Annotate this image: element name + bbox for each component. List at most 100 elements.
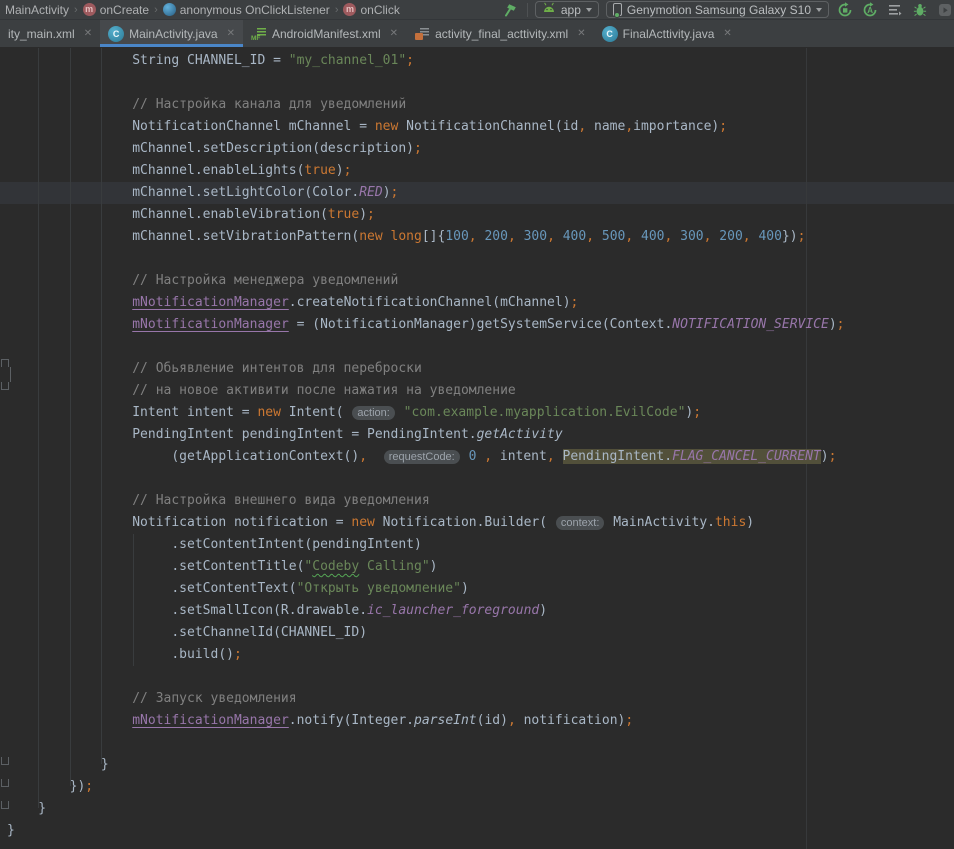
close-tab-icon[interactable]: ✕	[84, 28, 92, 39]
code-token: PendingIntent.	[563, 449, 673, 464]
code-token: 300	[680, 229, 703, 244]
code-token: 400	[563, 229, 586, 244]
code-token: new	[257, 405, 280, 420]
code-line[interactable]: (getApplicationContext(), requestCode: 0…	[7, 446, 954, 468]
code-token: // Обьявление интентов для переброски	[7, 361, 422, 376]
code-line[interactable]: Intent intent = new Intent( action: "com…	[7, 402, 954, 424]
code-line[interactable]: // Настройка менеджера уведомлений	[7, 270, 954, 292]
breadcrumb-separator: ›	[154, 4, 158, 16]
code-line[interactable]: Notification notification = new Notifica…	[7, 512, 954, 534]
code-token	[7, 295, 132, 310]
code-line[interactable]	[7, 732, 954, 754]
code-token: importance)	[633, 119, 719, 134]
code-token: )	[539, 603, 547, 618]
code-line[interactable]: .setSmallIcon(R.drawable.ic_launcher_for…	[7, 600, 954, 622]
tab-label: AndroidManifest.xml	[272, 27, 381, 41]
code-editor[interactable]: String CHANNEL_ID = "my_channel_01"; // …	[0, 48, 954, 849]
code-token	[555, 229, 563, 244]
code-token: })	[782, 229, 798, 244]
code-token: mChannel.enableLights(	[7, 163, 304, 178]
code-token: Codeby	[312, 559, 359, 574]
code-line[interactable]: // Запуск уведомления	[7, 688, 954, 710]
code-line[interactable]: // Обьявление интентов для переброски	[7, 358, 954, 380]
code-line[interactable]: mChannel.setLightColor(Color.RED);	[7, 182, 954, 204]
code-token: (getApplicationContext()	[7, 449, 359, 464]
code-token: )	[336, 163, 344, 178]
code-token: long	[391, 229, 422, 244]
code-token: .notify(Integer.	[289, 713, 414, 728]
code-token: []{	[422, 229, 445, 244]
close-tab-icon[interactable]: ✕	[577, 28, 585, 39]
code-line[interactable]: }	[7, 820, 954, 842]
code-token: ,	[586, 229, 594, 244]
code-token: 100	[445, 229, 468, 244]
code-token: .setContentIntent(pendingIntent)	[7, 537, 422, 552]
code-token: .setChannelId(CHANNEL_ID)	[7, 625, 367, 640]
code-token: MainActivity.	[605, 515, 715, 530]
code-line[interactable]	[7, 248, 954, 270]
code-line[interactable]: mChannel.setVibrationPattern(new long[]{…	[7, 226, 954, 248]
code-line[interactable]: String CHANNEL_ID = "my_channel_01";	[7, 50, 954, 72]
code-token	[461, 449, 469, 464]
code-token: mNotificationManager	[132, 295, 289, 310]
tab-AndroidManifest.xml[interactable]: MFAndroidManifest.xml✕	[243, 20, 406, 47]
debug-icon[interactable]	[911, 1, 929, 19]
code-line[interactable]: // на новое активити после нажатия на ув…	[7, 380, 954, 402]
code-line[interactable]: mNotificationManager.notify(Integer.pars…	[7, 710, 954, 732]
code-token: true	[304, 163, 335, 178]
breadcrumb-item[interactable]: MainActivity	[2, 3, 72, 17]
tab-FinalActtivity.java[interactable]: CFinalActtivity.java✕	[594, 20, 740, 47]
code-token: mNotificationManager	[132, 713, 289, 728]
code-line[interactable]: mNotificationManager = (NotificationMana…	[7, 314, 954, 336]
code-line[interactable]: }	[7, 754, 954, 776]
code-line[interactable]: }	[7, 798, 954, 820]
code-line[interactable]: .setContentIntent(pendingIntent)	[7, 534, 954, 556]
device-selector[interactable]: Genymotion Samsung Galaxy S10	[606, 1, 829, 18]
close-tab-icon[interactable]: ✕	[723, 28, 731, 39]
tab-ity_main.xml[interactable]: ity_main.xml✕	[0, 20, 100, 47]
run-toolbar: app Genymotion Samsung Galaxy S10	[502, 1, 954, 19]
code-token: ;	[719, 119, 727, 134]
code-line[interactable]: mChannel.enableVibration(true);	[7, 204, 954, 226]
breadcrumb-item[interactable]: anonymous OnClickListener	[160, 3, 333, 17]
code-line[interactable]: // Настройка внешнего вида уведомления	[7, 490, 954, 512]
code-line[interactable]	[7, 468, 954, 490]
code-token: ,	[547, 229, 555, 244]
code-line[interactable]: mChannel.enableLights(true);	[7, 160, 954, 182]
code-line[interactable]	[7, 336, 954, 358]
tab-activity_final_acttivity.xml[interactable]: activity_final_acttivity.xml✕	[406, 20, 594, 47]
apply-code-changes-icon[interactable]: A	[861, 1, 879, 19]
code-token	[672, 229, 680, 244]
apply-changes-restart-icon[interactable]	[836, 1, 854, 19]
breadcrumb-item[interactable]: monCreate	[80, 3, 152, 17]
tab-MainActivity.java[interactable]: CMainActivity.java✕	[100, 20, 243, 47]
code-line[interactable]: PendingIntent pendingIntent = PendingInt…	[7, 424, 954, 446]
code-token: )	[383, 185, 391, 200]
code-line[interactable]: // Настройка канала для уведомлений	[7, 94, 954, 116]
profiler-list-icon[interactable]	[886, 1, 904, 19]
close-tab-icon[interactable]: ✕	[227, 28, 235, 39]
code-token: 200	[719, 229, 742, 244]
run-config-selector[interactable]: app	[535, 1, 599, 18]
code-line[interactable]: .build();	[7, 644, 954, 666]
code-line[interactable]: NotificationChannel mChannel = new Notif…	[7, 116, 954, 138]
breadcrumb-item[interactable]: monClick	[340, 3, 402, 17]
breadcrumb-label: onCreate	[100, 3, 149, 17]
code-token: 400	[758, 229, 781, 244]
code-line[interactable]	[7, 72, 954, 94]
code-line[interactable]: .setContentTitle("Codeby Calling")	[7, 556, 954, 578]
code-line[interactable]: .setContentText("Открыть уведомление")	[7, 578, 954, 600]
code-line[interactable]: mChannel.setDescription(description);	[7, 138, 954, 160]
close-tab-icon[interactable]: ✕	[390, 28, 398, 39]
code-line[interactable]: });	[7, 776, 954, 798]
code-line[interactable]: .setChannelId(CHANNEL_ID)	[7, 622, 954, 644]
code-line[interactable]: mNotificationManager.createNotificationC…	[7, 292, 954, 314]
tab-label: FinalActtivity.java	[623, 27, 715, 41]
code-token: (id)	[477, 713, 508, 728]
code-line[interactable]	[7, 666, 954, 688]
attach-debugger-icon[interactable]	[936, 1, 954, 19]
code-token: ic_launcher_foreground	[367, 603, 539, 618]
code-token: mChannel.setVibrationPattern(	[7, 229, 359, 244]
parameter-hint: requestCode:	[384, 450, 460, 464]
build-hammer-icon[interactable]	[502, 1, 520, 19]
